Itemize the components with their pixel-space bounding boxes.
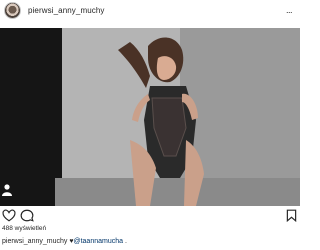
video-frame bbox=[0, 28, 300, 206]
caption-username[interactable]: pierwsi_anny_muchy bbox=[2, 238, 67, 245]
comment-icon[interactable] bbox=[20, 209, 34, 222]
header-username[interactable]: pierwsi_anny_muchy bbox=[28, 6, 105, 15]
heart-icon[interactable] bbox=[2, 209, 16, 222]
view-count: 488 wyświetleń bbox=[2, 225, 47, 232]
more-icon[interactable]: ... bbox=[286, 5, 293, 15]
caption: pierwsi_anny_muchy ♥@taannamucha . bbox=[2, 238, 127, 245]
caption-mention[interactable]: @taannamucha bbox=[73, 238, 123, 245]
post-header: pierwsi_anny_muchy ... bbox=[0, 0, 300, 29]
caption-tail: . bbox=[123, 238, 127, 245]
avatar[interactable] bbox=[4, 2, 21, 19]
bookmark-icon[interactable] bbox=[286, 209, 297, 222]
video-camera-icon bbox=[2, 184, 12, 196]
post-video[interactable] bbox=[0, 28, 300, 206]
